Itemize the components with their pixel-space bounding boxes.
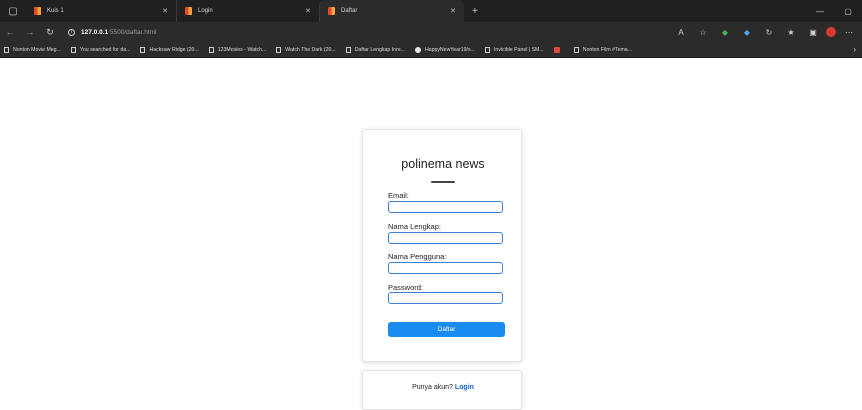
- bookmark-label: Nonton Movie Meg...: [13, 46, 61, 53]
- login-prompt: Punya akun? Login: [363, 384, 523, 391]
- maximize-button[interactable]: ▢: [834, 7, 862, 16]
- extension-icon[interactable]: ◆: [716, 28, 734, 37]
- tab-kuis-1[interactable]: Kuis 1 ✕: [26, 0, 176, 22]
- extension-icon[interactable]: ◆: [738, 28, 756, 37]
- bookmark-label: Invicible Panel | SM...: [493, 46, 544, 53]
- close-icon[interactable]: ✕: [450, 7, 456, 15]
- bookmark-item[interactable]: 123Movies - Watch...: [208, 46, 267, 53]
- tab-daftar[interactable]: Daftar ✕: [319, 0, 464, 22]
- bookmark-item[interactable]: Daftar Lengkap Inre...: [345, 46, 405, 53]
- bookmarks-bar: Nonton Movie Meg... You searched for da.…: [0, 42, 862, 58]
- bookmark-label: HappyNewYear19/s...: [424, 46, 475, 53]
- page-icon: [208, 46, 214, 53]
- bookmark-item[interactable]: Invicible Panel | SM...: [484, 46, 544, 53]
- password-field[interactable]: [388, 292, 503, 304]
- add-favorite-icon[interactable]: ☆: [694, 28, 712, 37]
- tab-strip: ▢ Kuis 1 ✕ Login ✕ Daftar ✕ + — ▢: [0, 0, 862, 22]
- page-icon: [4, 46, 9, 53]
- bookmark-label: Hacksaw Ridge (20...: [149, 46, 199, 53]
- title-divider: [431, 181, 455, 183]
- tab-login[interactable]: Login ✕: [176, 0, 319, 22]
- bookmark-label: Watch The Dark (20...: [285, 46, 336, 53]
- read-aloud-icon[interactable]: A: [672, 28, 690, 37]
- tab-actions-icon[interactable]: ▢: [0, 0, 26, 22]
- bookmark-item[interactable]: Watch The Dark (20...: [276, 46, 336, 53]
- register-button[interactable]: Daftar: [388, 322, 505, 337]
- bookmark-item[interactable]: Nonton Movie Meg...: [4, 46, 61, 53]
- bookmark-item[interactable]: [553, 46, 564, 53]
- email-label: Email:: [388, 191, 409, 200]
- tab-label: Login: [198, 8, 213, 14]
- login-link[interactable]: Login: [455, 384, 474, 391]
- collections-icon[interactable]: ▣: [804, 28, 822, 37]
- bookmark-label: Daftar Lengkap Inre...: [354, 46, 405, 53]
- tab-label: Kuis 1: [47, 8, 64, 14]
- toolbar-actions: A ☆ ◆ ◆ ↻ ★ ▣ ⋯: [672, 22, 858, 42]
- html-favicon-icon: [328, 7, 335, 15]
- more-options-icon[interactable]: ⋯: [840, 28, 858, 37]
- html-favicon-icon: [185, 7, 192, 15]
- bookmark-label: You searched for da...: [79, 46, 131, 53]
- refresh-extension-icon[interactable]: ↻: [760, 28, 778, 37]
- bookmark-item[interactable]: You searched for da...: [70, 46, 131, 53]
- favorites-icon[interactable]: ★: [782, 28, 800, 37]
- username-label: Nama Pengguna:: [388, 252, 447, 261]
- close-icon[interactable]: ✕: [305, 7, 311, 15]
- email-field[interactable]: [388, 201, 503, 213]
- page-icon: [276, 46, 282, 53]
- full-name-field[interactable]: [388, 232, 503, 244]
- back-icon[interactable]: ←: [0, 27, 20, 37]
- url-field[interactable]: i 127.0.0.1:5500/daftar.html: [68, 28, 157, 36]
- login-prompt-card: Punya akun? Login: [362, 370, 522, 410]
- window-controls: — ▢: [806, 0, 862, 22]
- close-icon[interactable]: ✕: [162, 7, 168, 15]
- username-field[interactable]: [388, 262, 503, 274]
- new-tab-button[interactable]: +: [464, 6, 478, 17]
- minimize-button[interactable]: —: [806, 7, 834, 16]
- page-icon: [573, 46, 579, 53]
- url-host: 127.0.0.1: [81, 28, 109, 36]
- full-name-label: Nama Lengkap:: [388, 222, 441, 231]
- page-title: polinema news: [401, 157, 485, 171]
- bookmark-label: 123Movies - Watch...: [217, 46, 267, 53]
- page-icon: [70, 46, 76, 53]
- login-prompt-text: Punya akun?: [412, 384, 455, 391]
- chevron-right-icon[interactable]: ›: [853, 45, 856, 54]
- info-icon[interactable]: i: [68, 28, 75, 36]
- page-icon: [140, 46, 146, 53]
- reload-icon[interactable]: ↻: [40, 27, 60, 38]
- bookmark-item[interactable]: Hacksaw Ridge (20...: [140, 46, 199, 53]
- address-bar: ← → ↻ i 127.0.0.1:5500/daftar.html A ☆ ◆…: [0, 22, 862, 42]
- forward-icon[interactable]: →: [20, 27, 40, 37]
- bookmark-label: Nonton Film #Tema...: [582, 46, 633, 53]
- pdf-icon: [553, 46, 560, 53]
- url-path: :5500/daftar.html: [108, 28, 157, 36]
- html-favicon-icon: [34, 7, 41, 15]
- page-icon: [484, 46, 490, 53]
- page-icon: [345, 46, 351, 53]
- profile-avatar[interactable]: [826, 27, 836, 37]
- register-card: polinema news Email: Nama Lengkap: Nama …: [362, 129, 522, 362]
- bookmark-item[interactable]: Nonton Film #Tema...: [573, 46, 633, 53]
- github-icon: [414, 46, 421, 53]
- password-label: Password:: [388, 283, 424, 292]
- tab-label: Daftar: [341, 8, 358, 14]
- bookmark-item[interactable]: HappyNewYear19/s...: [414, 46, 475, 53]
